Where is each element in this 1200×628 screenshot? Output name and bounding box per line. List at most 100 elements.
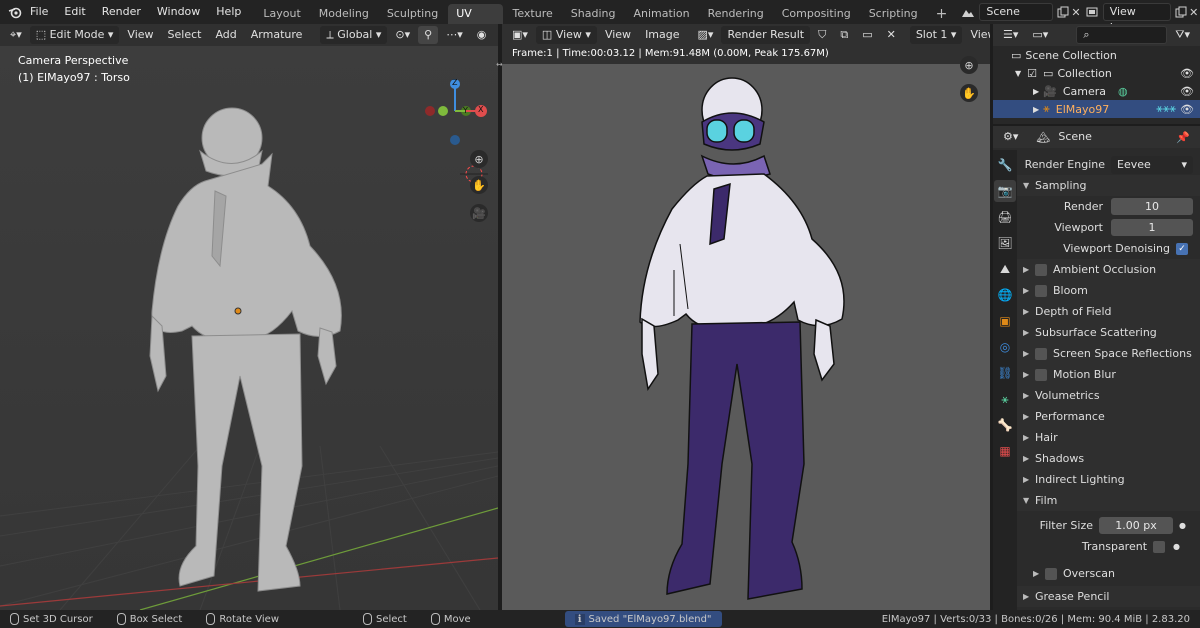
indirect-lighting-panel[interactable]: ▶ Indirect Lighting xyxy=(1017,469,1200,490)
render-result-canvas[interactable]: ⊕ ✋ xyxy=(502,56,990,610)
eye-icon[interactable]: 👁 xyxy=(1180,67,1194,80)
ambient-occlusion-panel[interactable]: ▶ Ambient Occlusion xyxy=(1017,259,1200,280)
image-editor[interactable]: ▣▾ ◫ View ▾ View Image ▨▾ Render Result … xyxy=(502,24,990,610)
outliner-search-input[interactable]: ⌕ xyxy=(1076,26,1168,44)
editor-type-icon[interactable]: ⚙▾ xyxy=(997,128,1024,146)
viewport-denoising-checkbox[interactable]: ✓ xyxy=(1176,242,1188,255)
hair-panel[interactable]: ▶ Hair xyxy=(1017,427,1200,448)
object-tab-icon[interactable]: ▣ xyxy=(994,310,1016,332)
close-scene-icon[interactable]: ✕ xyxy=(1070,3,1083,21)
tab-sculpting[interactable]: Sculpting xyxy=(379,4,446,24)
grease-pencil-panel[interactable]: ▶ Grease Pencil xyxy=(1017,586,1200,607)
menu-edit[interactable]: Edit xyxy=(56,0,93,24)
texture-tab-icon[interactable]: ▦ xyxy=(994,440,1016,462)
keyframe-dot-icon[interactable]: ● xyxy=(1179,521,1186,530)
tab-modeling[interactable]: Modeling xyxy=(311,4,377,24)
menu-render[interactable]: Render xyxy=(94,0,149,24)
motion-blur-panel[interactable]: ▶ Motion Blur xyxy=(1017,364,1200,385)
bone-tab-icon[interactable]: 🦴 xyxy=(994,414,1016,436)
menu-add[interactable]: Add xyxy=(209,26,242,44)
shadows-panel[interactable]: ▶ Shadows xyxy=(1017,448,1200,469)
copy-scene-icon[interactable] xyxy=(1057,3,1070,21)
tab-scripting[interactable]: Scripting xyxy=(861,4,926,24)
orientation-dropdown[interactable]: ⟂ Global ▾ xyxy=(320,26,388,44)
outliner-camera[interactable]: ▶ 🎥 Camera ◍ 👁 xyxy=(993,82,1200,100)
menu-view[interactable]: View xyxy=(599,26,637,44)
open-image-icon[interactable]: ▭ xyxy=(856,26,878,44)
menu-armature[interactable]: Armature xyxy=(245,26,309,44)
viewport-canvas[interactable]: Camera Perspective (1) ElMayo97 : Torso … xyxy=(0,46,498,610)
armature-data-tab-icon[interactable]: ⚹ xyxy=(994,388,1016,410)
menu-select[interactable]: Select xyxy=(162,26,208,44)
tab-compositing[interactable]: Compositing xyxy=(774,4,859,24)
transparent-row[interactable]: Transparent ● xyxy=(1017,536,1200,557)
view-layer-selector[interactable]: View Layer xyxy=(1102,3,1171,34)
zoom-icon[interactable]: ⊕ xyxy=(470,150,488,168)
menu-view[interactable]: View xyxy=(121,26,159,44)
expand-arrow-icon[interactable]: ▼ xyxy=(1015,69,1021,78)
copy-view-layer-icon[interactable] xyxy=(1175,3,1188,21)
display-mode-icon[interactable]: ▭▾ xyxy=(1026,26,1054,44)
screen-space-reflections-panel[interactable]: ▶ Screen Space Reflections xyxy=(1017,343,1200,364)
tab-rendering[interactable]: Rendering xyxy=(700,4,772,24)
pan-hand-icon[interactable]: ✋ xyxy=(960,84,978,102)
outliner-collection[interactable]: ▼ ☑ ▭ Collection 👁 xyxy=(993,64,1200,82)
tab-animation[interactable]: Animation xyxy=(625,4,697,24)
render-engine-dropdown[interactable]: Eevee ▾ xyxy=(1111,155,1193,174)
zoom-icon[interactable]: ⊕ xyxy=(960,56,978,74)
tab-texture-paint[interactable]: Texture Paint xyxy=(505,4,561,40)
eye-icon[interactable]: 👁 xyxy=(1180,103,1194,116)
viewport-samples-field[interactable]: 1 xyxy=(1111,219,1193,236)
collection-checkbox[interactable]: ☑ xyxy=(1027,67,1037,80)
outliner-elmayo97[interactable]: ▶ ⚹ ElMayo97 ⚹⚹⚹ 👁 xyxy=(993,100,1200,118)
proportional-falloff-icon[interactable]: ∧ xyxy=(494,26,498,44)
mode-dropdown[interactable]: ⬚ Edit Mode ▾ xyxy=(29,26,120,44)
expand-arrow-icon[interactable]: ▶ xyxy=(1033,105,1039,114)
menu-image[interactable]: Image xyxy=(639,26,685,44)
scene-selector[interactable]: Scene xyxy=(979,3,1054,21)
render-samples-field[interactable]: 10 xyxy=(1111,198,1193,215)
bloom-checkbox[interactable] xyxy=(1035,284,1047,297)
new-image-icon[interactable]: ⧉ xyxy=(834,26,854,44)
image-browse-icon[interactable]: ▨▾ xyxy=(692,26,720,44)
ssr-checkbox[interactable] xyxy=(1035,347,1047,360)
output-tab-icon[interactable]: 🖨 xyxy=(994,206,1016,228)
tab-layout[interactable]: Layout xyxy=(255,4,308,24)
transparent-checkbox[interactable] xyxy=(1153,540,1166,553)
editor-type-icon[interactable]: ☰▾ xyxy=(997,26,1024,44)
overscan-subpanel[interactable]: ▶ Overscan xyxy=(1017,563,1200,584)
view-layer-icon[interactable] xyxy=(1086,3,1099,21)
expand-arrow-icon[interactable]: ▶ xyxy=(1033,87,1039,96)
performance-panel[interactable]: ▶ Performance xyxy=(1017,406,1200,427)
constraints-tab-icon[interactable]: ⛓ xyxy=(994,362,1016,384)
world-tab-icon[interactable]: 🌐 xyxy=(994,284,1016,306)
unlink-image-icon[interactable]: ✕ xyxy=(881,26,902,44)
fake-user-shield-icon[interactable]: ⛉ xyxy=(812,26,832,44)
editor-type-icon[interactable]: ⌖▾ xyxy=(4,26,28,44)
image-name-field[interactable]: Render Result xyxy=(721,26,811,44)
menu-window[interactable]: Window xyxy=(149,0,208,24)
editor-type-icon[interactable]: ▣▾ xyxy=(506,26,534,44)
filter-icon[interactable]: ⛛▾ xyxy=(1169,26,1196,44)
camera-view-icon[interactable]: 🎥 xyxy=(470,204,488,222)
pan-hand-icon[interactable]: ✋ xyxy=(470,176,488,194)
physics-tab-icon[interactable]: ◎ xyxy=(994,336,1016,358)
snap-icon[interactable]: ⚲ xyxy=(418,26,439,44)
render-tab-icon[interactable]: 📷 xyxy=(994,180,1016,202)
3d-viewport[interactable]: ⌖▾ ⬚ Edit Mode ▾ View Select Add Armatur… xyxy=(0,24,498,610)
filter-size-field[interactable]: 1.00 px xyxy=(1099,517,1173,534)
scene-icon[interactable] xyxy=(961,3,975,21)
subsurface-scattering-panel[interactable]: ▶ Subsurface Scattering xyxy=(1017,322,1200,343)
keyframe-dot-icon[interactable]: ● xyxy=(1173,542,1180,551)
view-layer-tab-icon[interactable]: 🖼 xyxy=(994,232,1016,254)
menu-help[interactable]: Help xyxy=(208,0,249,24)
add-workspace-button[interactable]: + xyxy=(928,4,956,24)
tool-tab-icon[interactable]: 🔧 xyxy=(994,154,1016,176)
menu-file[interactable]: File xyxy=(22,0,56,24)
depth-of-field-panel[interactable]: ▶ Depth of Field xyxy=(1017,301,1200,322)
volumetrics-panel[interactable]: ▶ Volumetrics xyxy=(1017,385,1200,406)
overscan-checkbox[interactable] xyxy=(1045,567,1057,580)
bloom-panel[interactable]: ▶ Bloom xyxy=(1017,280,1200,301)
ambient-occlusion-checkbox[interactable] xyxy=(1035,263,1047,276)
render-view-dropdown[interactable]: View xyxy=(964,26,990,44)
